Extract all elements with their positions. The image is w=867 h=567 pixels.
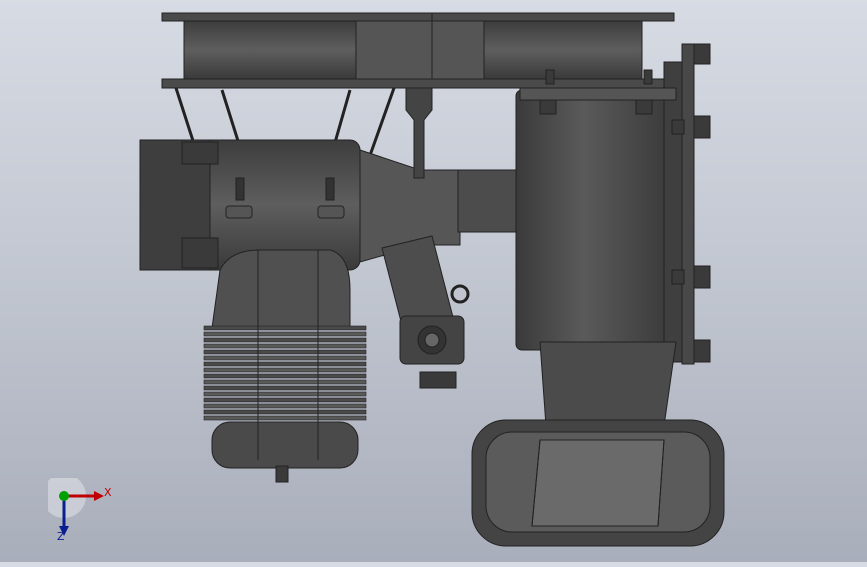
cooling-fin	[203, 367, 367, 373]
cooling-fin	[203, 409, 367, 415]
cooling-fin	[203, 379, 367, 385]
cooling-fin	[203, 355, 367, 361]
sensor-fitting	[381, 235, 470, 389]
cooling-fin	[203, 349, 367, 355]
cooling-fin	[203, 361, 367, 367]
cooling-fin	[203, 325, 367, 331]
top-mount-box	[161, 12, 677, 89]
engine-cylinder	[203, 249, 367, 483]
cooling-fin	[203, 403, 367, 409]
x-arrowhead-icon	[94, 491, 104, 501]
cooling-fin	[203, 397, 367, 403]
cooling-fin	[203, 415, 367, 421]
y-axis-dot-icon	[59, 491, 69, 501]
blower-housing	[515, 43, 711, 365]
cooling-fin	[203, 385, 367, 391]
cooling-fin	[203, 331, 367, 337]
cooling-fin	[203, 337, 367, 343]
z-axis-label: Z	[57, 530, 65, 543]
intake-cylinder	[139, 87, 521, 271]
cad-viewport[interactable]	[0, 0, 867, 562]
cooling-fin	[203, 373, 367, 379]
outlet-duct	[471, 341, 725, 547]
cooling-fin	[203, 391, 367, 397]
cooling-fins	[203, 325, 367, 421]
model-view[interactable]	[0, 0, 867, 562]
x-axis-label: X	[104, 486, 112, 499]
cooling-fin	[203, 343, 367, 349]
